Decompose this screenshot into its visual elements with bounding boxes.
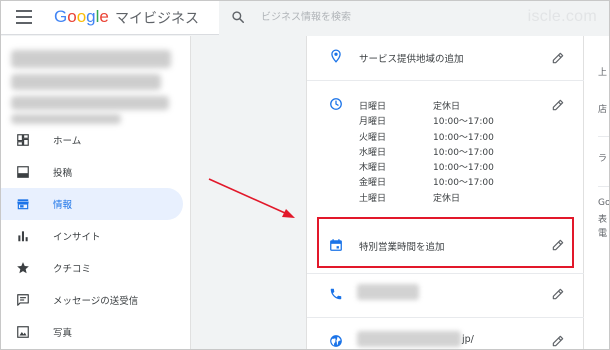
phone-icon <box>330 288 342 300</box>
photo-icon <box>17 326 29 338</box>
edit-pencil-icon[interactable] <box>551 98 565 112</box>
right-panel: 上 店 ラ Go 表 電 <box>584 36 610 349</box>
right-panel-snippet: 上 <box>598 68 608 78</box>
sidebar-item-label: ホーム <box>53 136 82 147</box>
edit-pencil-icon[interactable] <box>551 238 565 252</box>
hamburger-menu-icon[interactable] <box>16 10 32 24</box>
clock-icon <box>330 98 342 110</box>
hours-row: 火曜日 10:00～17:00 <box>359 132 494 143</box>
right-panel-snippet: 電 <box>598 229 608 239</box>
sidebar-item-messages[interactable]: メッセージの送受信 <box>1 284 191 316</box>
add-special-hours-label[interactable]: 特別営業時間を追加 <box>359 239 445 253</box>
edit-pencil-icon[interactable] <box>551 334 565 348</box>
divider <box>307 80 585 81</box>
sidebar-nav: ホーム 投稿 情報 インサイト クチコミ メッセージの送受信 写真 <box>1 124 191 348</box>
storefront-icon <box>17 199 29 210</box>
hours-row: 水曜日 10:00～17:00 <box>359 147 494 158</box>
right-panel-snippet: 店 <box>598 105 608 115</box>
hours-row: 日曜日 定休日 <box>359 102 461 112</box>
top-bar: Google マイビジネス iscle.com <box>1 1 609 35</box>
edit-pencil-icon[interactable] <box>551 51 565 65</box>
sidebar-item-photos[interactable]: 写真 <box>1 316 191 348</box>
hours-row: 金曜日 10:00～17:00 <box>359 178 494 189</box>
sidebar: ホーム 投稿 情報 インサイト クチコミ メッセージの送受信 写真 <box>1 36 191 349</box>
phone-number-blurred <box>357 284 419 300</box>
right-panel-snippet: Go <box>598 198 610 208</box>
sidebar-item-label: クチコミ <box>53 264 92 275</box>
product-name: マイビジネス <box>115 11 199 27</box>
info-card: サービス提供地域の追加 日曜日 定休日 月曜日 10:00～17:00 火曜日 10:… <box>306 36 585 349</box>
message-icon <box>17 294 29 306</box>
right-panel-snippet: 表 <box>598 215 608 225</box>
app-window: Google マイビジネス iscle.com <box>0 0 610 350</box>
search-icon[interactable] <box>231 10 245 24</box>
sidebar-item-label: 写真 <box>53 328 73 339</box>
hours-row: 土曜日 定休日 <box>359 193 461 204</box>
sidebar-item-label: インサイト <box>53 232 101 243</box>
edit-pencil-icon[interactable] <box>551 287 565 301</box>
hours-row: 木曜日 10:00～17:00 <box>359 163 494 174</box>
search-bar[interactable]: iscle.com <box>219 1 609 35</box>
website-url-blurred <box>357 331 461 347</box>
right-panel-snippet: ラ <box>598 154 608 164</box>
divider <box>307 317 585 318</box>
google-logo[interactable]: Google <box>54 7 109 27</box>
service-area-label: サービス提供地域の追加 <box>359 54 464 65</box>
bar-chart-icon <box>18 231 28 242</box>
divider <box>307 273 585 274</box>
sidebar-item-label: 情報 <box>53 200 73 211</box>
sidebar-item-label: 投稿 <box>53 168 73 179</box>
search-input[interactable] <box>261 8 461 26</box>
divider <box>598 186 609 187</box>
star-icon <box>17 262 29 274</box>
business-hours-list: 日曜日 定休日 月曜日 10:00～17:00 火曜日 10:00～17:00 水曜日… <box>359 99 494 206</box>
watermark: iscle.com <box>527 8 597 25</box>
location-pin-icon <box>331 49 341 63</box>
dashboard-icon <box>17 134 29 146</box>
website-url-suffix: jp/ <box>462 334 474 345</box>
sidebar-item-insights[interactable]: インサイト <box>1 220 191 252</box>
divider <box>598 136 609 137</box>
sidebar-item-posts[interactable]: 投稿 <box>1 156 191 188</box>
sidebar-item-reviews[interactable]: クチコミ <box>1 252 191 284</box>
sidebar-item-info[interactable]: 情報 <box>1 188 183 220</box>
sidebar-item-label: メッセージの送受信 <box>53 296 139 307</box>
hours-row: 月曜日 10:00～17:00 <box>359 117 494 128</box>
sidebar-item-home[interactable]: ホーム <box>1 124 191 156</box>
calendar-icon <box>330 239 342 251</box>
globe-icon <box>330 335 342 347</box>
posts-icon <box>17 166 29 178</box>
